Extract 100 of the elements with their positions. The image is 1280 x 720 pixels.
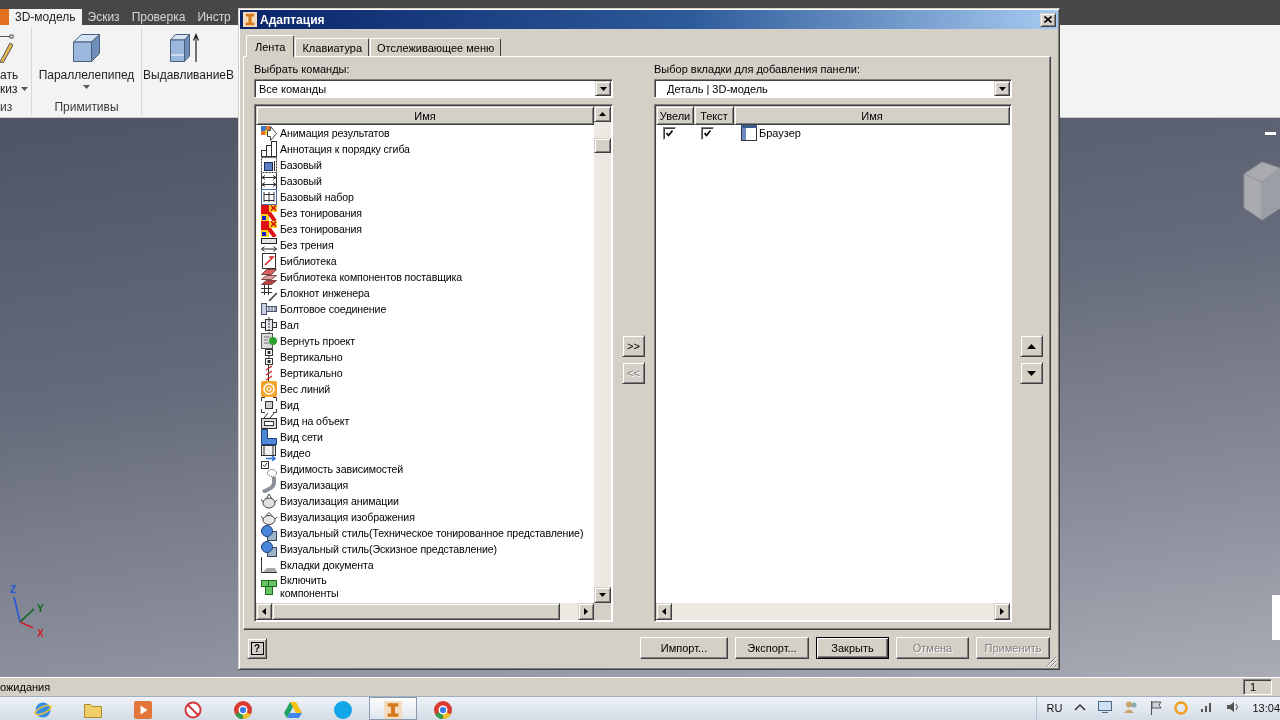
ribbon-button[interactable]: ать киз: [0, 27, 29, 100]
cube-icon: [71, 33, 102, 63]
close-icon: [1044, 16, 1052, 23]
list-item[interactable]: Браузер: [741, 125, 803, 141]
plate-arrow-icon: [261, 237, 277, 253]
ring-tile-icon: [261, 381, 277, 397]
list-item[interactable]: Видимость зависимостей: [256, 461, 594, 477]
dialog-tab[interactable]: Лента: [246, 35, 295, 57]
move-down-button[interactable]: [1019, 362, 1043, 384]
play-tile-icon: [134, 701, 152, 719]
list-item[interactable]: Вид сети: [256, 429, 594, 445]
dropdown-button[interactable]: [595, 81, 611, 96]
status-value: 1: [1243, 679, 1272, 695]
dialog-button[interactable]: Импорт...: [640, 637, 728, 659]
ribbon-tab[interactable]: Инстр: [191, 9, 237, 25]
pencil-icon: [0, 33, 14, 63]
dialog-button[interactable]: Закрыть: [816, 637, 889, 659]
shaft-icon: [261, 317, 277, 333]
monitor-icon[interactable]: [1098, 701, 1113, 713]
move-button[interactable]: >>: [622, 335, 645, 357]
list-item[interactable]: Вид на объект: [256, 413, 594, 429]
list-item[interactable]: Базовый: [256, 157, 594, 173]
flag-icon[interactable]: [1150, 701, 1163, 715]
scroll-right-button[interactable]: [578, 603, 594, 620]
list-item[interactable]: Базовый: [256, 173, 594, 189]
caret-up-icon[interactable]: [1074, 701, 1087, 713]
move-up-button[interactable]: [1019, 335, 1043, 357]
list-item[interactable]: Визуализация: [256, 477, 594, 493]
list-item[interactable]: Библиотека компонентов поставщика: [256, 269, 594, 285]
list-item[interactable]: Вернуть проект: [256, 333, 594, 349]
hash-pen-icon: [261, 285, 277, 301]
l-shape-icon: [261, 429, 277, 445]
scroll-left-button[interactable]: [256, 603, 272, 620]
speaker-icon[interactable]: [1226, 701, 1241, 713]
ribbon-button[interactable]: Параллелепипед: [38, 27, 135, 100]
scrollbar-corner: [594, 603, 611, 620]
ring-icon: [434, 701, 452, 719]
clock[interactable]: 13:04: [1252, 701, 1280, 715]
triangle-down-icon: [998, 86, 1006, 91]
taskbar-button[interactable]: [369, 697, 417, 720]
pipe-icon: [261, 477, 277, 493]
list-item[interactable]: Визуальный стиль(Эскизное представление): [256, 541, 594, 557]
list-item[interactable]: Визуальный стиль(Техническое тонированное представление): [256, 525, 594, 541]
view-cube-icon[interactable]: [1243, 160, 1280, 222]
scroll-down-button[interactable]: [594, 587, 611, 603]
language-indicator[interactable]: RU: [1046, 701, 1063, 715]
column-header[interactable]: Увели: [656, 106, 694, 125]
list-item[interactable]: Библиотека: [256, 253, 594, 269]
teapot-icon: [261, 493, 277, 509]
scroll-up-button[interactable]: [594, 106, 611, 122]
slashed-circle-icon: [184, 701, 202, 719]
side-panel: [1272, 595, 1280, 640]
list-item[interactable]: Вал: [256, 317, 594, 333]
list-item[interactable]: Базовый набор: [256, 189, 594, 205]
dialog-tab[interactable]: Клавиатура: [295, 38, 370, 56]
list-item[interactable]: Аннотация к порядку сгиба: [256, 141, 594, 157]
folder-icon: [84, 701, 102, 719]
column-header[interactable]: Имя: [734, 106, 1010, 125]
monitor-icon: [261, 413, 277, 429]
book-icon: [261, 253, 277, 269]
list-item[interactable]: Вес линий: [256, 381, 594, 397]
ribbon-tab[interactable]: 3D-модель: [9, 9, 82, 25]
axis-label: Y: [37, 603, 44, 614]
help-button[interactable]: ?: [247, 637, 267, 659]
ribbon-button[interactable]: Выдавливание: [143, 27, 227, 100]
list-item[interactable]: Блокнот инженера: [256, 285, 594, 301]
close-button[interactable]: [1040, 12, 1056, 27]
dialog-button[interactable]: Экспорт...: [735, 637, 809, 659]
list-item[interactable]: Включить компоненты: [256, 573, 594, 601]
list-item[interactable]: Вкладки документа: [256, 557, 594, 573]
list-item[interactable]: Без трения: [256, 237, 594, 253]
triangle-down-icon: [599, 593, 606, 597]
status-text: ожидания: [0, 681, 51, 693]
dropdown-button[interactable]: [994, 81, 1010, 96]
ribbon-tab[interactable]: Проверка: [125, 9, 192, 25]
list-item[interactable]: Вертикально: [256, 349, 594, 365]
list-item[interactable]: Визуализация анимации: [256, 493, 594, 509]
triangle-up-icon: [599, 112, 606, 116]
dialog-tab[interactable]: Отслеживающее меню: [370, 38, 502, 56]
scroll-right-button[interactable]: [994, 603, 1010, 620]
scroll-left-button[interactable]: [656, 603, 672, 620]
column-header[interactable]: Текст: [694, 106, 734, 125]
tab-dropdown[interactable]: Деталь | 3D-модель: [654, 79, 1012, 98]
list-item[interactable]: Визуализация изображения: [256, 509, 594, 525]
dimension-box-icon: [261, 157, 277, 173]
ribbon-button[interactable]: В: [226, 27, 235, 100]
circle-icon: [334, 701, 352, 719]
list-item[interactable]: Вертикально: [256, 365, 594, 381]
column-header[interactable]: Имя: [256, 106, 594, 125]
sphere-cube-icon: [261, 541, 277, 557]
scrollbar-thumb[interactable]: [594, 138, 611, 153]
film-arrow-icon: [261, 445, 277, 461]
list-item[interactable]: Болтовое соединение: [256, 301, 594, 317]
list-item[interactable]: Вид: [256, 397, 594, 413]
list-item[interactable]: Видео: [256, 445, 594, 461]
command-filter-dropdown[interactable]: Все команды: [254, 79, 613, 98]
layers-icon: [261, 269, 277, 285]
browser-window-icon: [741, 125, 757, 141]
ribbon-tab[interactable]: Эскиз: [81, 9, 126, 25]
list-item[interactable]: Анимация результатов: [256, 125, 594, 141]
